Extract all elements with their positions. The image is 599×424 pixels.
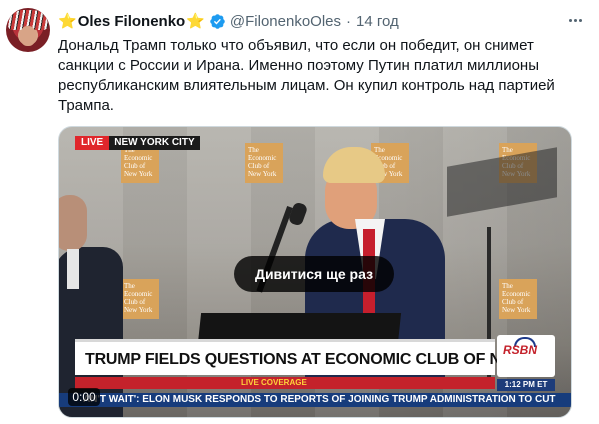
tweet-text: Дональд Трамп только что объявил, что ес… [58,37,555,114]
verified-badge-icon [210,13,225,29]
club-logo-sign: The Economic Club of New York [245,143,283,183]
video-timecode: 0:00 [68,388,100,406]
live-coverage-label: LIVE COVERAGE [241,378,307,387]
news-ticker: AN'T WAIT': ELON MUSK RESPONDS TO REPORT… [59,393,571,407]
star-emoji-icon: ⭐ [186,12,205,30]
tweet-header: ⭐ Oles Filonenko ⭐ @FilonenkoOles · 14 г… [58,11,399,31]
club-logo-sign: The Economic Club of New York [121,279,159,319]
news-lower-third: TRUMP FIELDS QUESTIONS AT ECONOMIC CLUB … [75,339,512,375]
location-label: NEW YORK CITY [109,136,200,150]
live-badge: LIVE NEW YORK CITY [75,136,200,150]
more-options-icon[interactable] [565,10,585,30]
network-logo: RSBN [497,335,555,377]
author-avatar[interactable] [6,8,50,52]
live-coverage-bar: LIVE COVERAGE [75,377,495,389]
avatar-face [20,26,36,46]
news-headline: TRUMP FIELDS QUESTIONS AT ECONOMIC CLUB … [85,351,512,368]
live-label: LIVE [75,136,110,150]
author-name[interactable]: Oles Filonenko [78,13,186,30]
network-name: RSBN [503,343,538,357]
watch-again-button[interactable]: Дивитися ще раз [234,256,394,292]
club-logo-sign: The Economic Club of New York [499,279,537,319]
separator-dot: · [346,12,352,30]
video-player[interactable]: The Economic Club of New York The Econom… [58,126,572,418]
author-handle[interactable]: @FilonenkoOles [230,13,341,30]
tweet-timestamp[interactable]: 14 год [356,13,399,30]
star-emoji-icon: ⭐ [58,12,77,30]
broadcast-clock: 1:12 PM ET [497,379,555,391]
